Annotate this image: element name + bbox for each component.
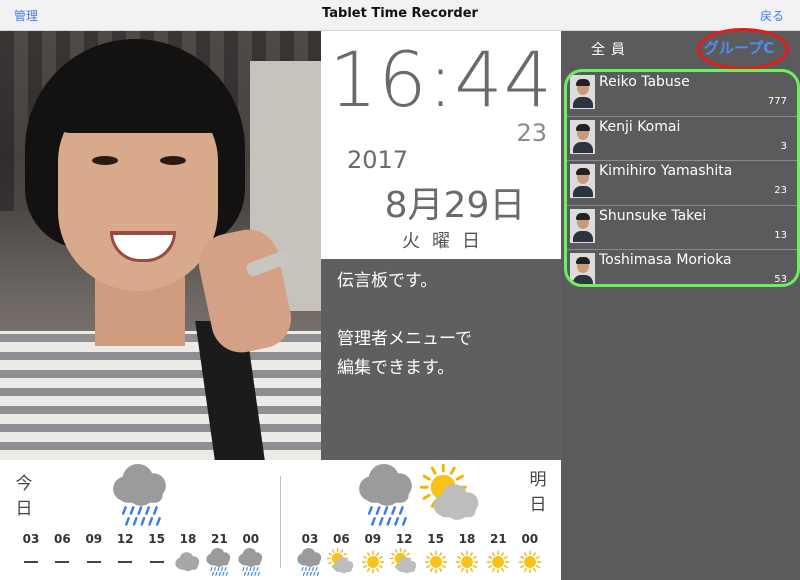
tab-group-c[interactable]: グループC [704, 37, 774, 58]
forecast-rain-cloud-icon [297, 548, 322, 576]
tab-all-members[interactable]: 全員 [591, 39, 631, 59]
today-label: 今日 [15, 474, 33, 519]
staff-tabs: 全員 グループC [561, 28, 800, 70]
staff-row[interactable]: Shunsuke Takei 13 [567, 206, 797, 250]
tomorrow-weather-sun-cloud-icon [420, 464, 479, 520]
forecast-sun-cloud-icon [327, 548, 354, 574]
forecast-sun-cloud-icon [390, 548, 417, 574]
no-data-dash [118, 561, 133, 563]
no-data-dash [55, 561, 70, 563]
staff-count: 53 [774, 274, 787, 285]
camera-preview [0, 31, 321, 460]
forecast-hour: 09 [85, 532, 103, 546]
no-data-dash [86, 561, 101, 563]
staff-row[interactable]: Toshimasa Morioka 53 [567, 250, 797, 285]
staff-count: 3 [780, 140, 787, 152]
forecast-sun-icon [487, 550, 510, 574]
staff-name: Reiko Tabuse [599, 74, 690, 90]
forecast-sun-icon [455, 550, 479, 574]
app-title: Tablet Time Recorder [322, 6, 478, 21]
camera-person-eye [92, 156, 118, 165]
avatar [570, 75, 595, 109]
staff-row[interactable]: Reiko Tabuse 777 [567, 72, 797, 117]
staff-name: Kenji Komai [599, 118, 681, 135]
tomorrow-label: 明日 [529, 470, 547, 515]
forecast-sun-icon [518, 550, 541, 574]
forecast-hour: 06 [54, 532, 71, 546]
staff-name: Kimihiro Yamashita [599, 163, 733, 179]
staff-count: 13 [774, 229, 787, 241]
avatar [570, 208, 595, 243]
today-weather-rain-cloud-icon [113, 464, 166, 526]
forecast-hour: 00 [521, 532, 539, 546]
camera-person-shirt [0, 331, 321, 460]
forecast-sun-icon [361, 550, 384, 574]
forecast-hour: 03 [22, 532, 40, 546]
camera-person-eye [160, 156, 186, 165]
forecast-hour: 15 [427, 532, 444, 546]
back-button[interactable]: 戻る [760, 7, 784, 24]
clock-weekday: 火曜日 [402, 231, 492, 252]
staff-count: 777 [767, 96, 787, 107]
forecast-hour: 09 [364, 532, 382, 546]
forecast-hour: 18 [179, 532, 197, 546]
forecast-hour: 15 [148, 532, 165, 546]
no-data-dash [24, 561, 38, 563]
forecast-sun-icon [424, 550, 447, 574]
forecast-hour: 18 [458, 532, 476, 546]
staff-row[interactable]: Kenji Komai 3 [567, 117, 797, 161]
forecast-hour: 12 [395, 532, 413, 546]
forecast-hour: 06 [333, 532, 350, 546]
forecast-rain-cloud-icon [238, 548, 262, 576]
forecast-hour: 03 [301, 532, 319, 546]
weather-divider [280, 476, 281, 568]
no-data-dash [149, 561, 164, 563]
clock-panel: 16:44 23 2017 8月29日 火曜日 [321, 31, 561, 259]
clock-time: 16:44 [328, 35, 554, 124]
weather-forecast: 今日 明日 03 06 09 12 15 18 21 00 03 06 09 12 15 18 21 00 [0, 460, 561, 580]
avatar [570, 119, 595, 154]
clock-year: 2017 [347, 146, 409, 174]
forecast-hour: 21 [490, 532, 507, 546]
forecast-hour: 12 [116, 532, 134, 546]
forecast-cloud-icon [175, 552, 200, 572]
staff-list: Reiko Tabuse 777 Kenji Komai 3 Kimihiro Yama… [564, 69, 800, 287]
message-board: 伝言板です。 管理者メニューで 編集できます。 [321, 259, 561, 460]
clock-date: 8月29日 [384, 185, 526, 226]
staff-row[interactable]: Kimihiro Yamashita 23 [567, 161, 797, 206]
tomorrow-weather-rain-cloud-icon [359, 464, 412, 526]
avatar [570, 164, 595, 198]
staff-name: Toshimasa Morioka [599, 252, 732, 268]
staff-name: Shunsuke Takei [599, 207, 707, 224]
clock-seconds: 23 [516, 119, 547, 147]
forecast-hour: 21 [211, 532, 228, 546]
staff-panel: 全員 グループC Reiko Tabuse 777 Kenji Komai 3 Kimi… [561, 28, 800, 580]
top-bar: 管理 Tablet Time Recorder 戻る [0, 0, 800, 31]
forecast-rain-cloud-icon [206, 548, 231, 576]
forecast-hour: 00 [242, 532, 260, 546]
avatar [570, 253, 595, 284]
staff-count: 23 [774, 185, 787, 196]
camera-person-bangs [50, 53, 225, 133]
